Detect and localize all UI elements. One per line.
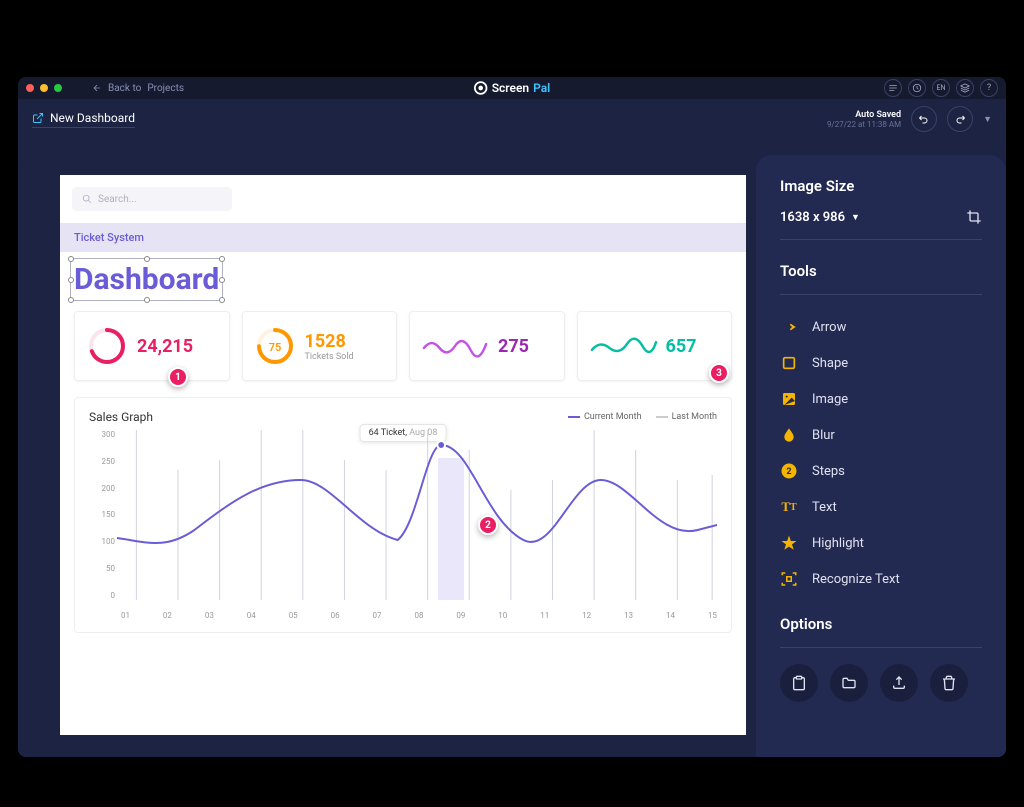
search-input[interactable]: Search... xyxy=(72,187,232,211)
image-icon xyxy=(780,390,798,408)
highlight-icon xyxy=(780,534,798,552)
stat-card-2: 75 1528 Tickets Sold xyxy=(242,311,398,381)
layers-icon[interactable] xyxy=(956,79,974,97)
tool-shape[interactable]: Shape xyxy=(780,345,982,381)
step-marker-1[interactable]: 1 xyxy=(168,367,188,387)
progress-ring-icon: 75 xyxy=(255,326,295,366)
auto-saved-label: Auto Saved xyxy=(827,110,901,120)
steps-icon: 2 xyxy=(780,462,798,480)
traffic-lights xyxy=(26,84,62,92)
stat-card-3: 275 xyxy=(409,311,565,381)
subheader: New Dashboard Auto Saved 9/27/22 at 11:3… xyxy=(18,99,1006,139)
language-button[interactable]: EN xyxy=(932,79,950,97)
undo-button[interactable] xyxy=(911,106,937,132)
sparkline-icon xyxy=(422,334,490,358)
back-label: Back to xyxy=(108,83,141,94)
resize-handle[interactable] xyxy=(68,256,74,262)
chart-legend: Current Month Last Month xyxy=(568,412,717,422)
side-panel: Image Size 1638 x 986 ▼ Tools Arrow Shap… xyxy=(756,155,1006,757)
topbar-actions: EN ? xyxy=(884,79,998,97)
folder-button[interactable] xyxy=(830,664,868,702)
back-arrow-icon xyxy=(92,83,102,93)
redo-button[interactable] xyxy=(947,106,973,132)
crop-icon[interactable] xyxy=(966,209,982,225)
tool-arrow[interactable]: Arrow xyxy=(780,309,982,345)
chevron-down-icon: ▼ xyxy=(851,212,860,223)
breadcrumb[interactable]: Ticket System xyxy=(60,223,746,252)
external-link-icon xyxy=(32,112,44,124)
search-placeholder: Search... xyxy=(98,194,137,205)
tool-recognize-text[interactable]: Recognize Text xyxy=(780,561,982,597)
resize-handle[interactable] xyxy=(144,297,150,303)
sales-title: Sales Graph xyxy=(89,410,153,424)
save-status-area: Auto Saved 9/27/22 at 11:38 AM ▼ xyxy=(827,106,992,132)
sparkline-icon xyxy=(590,334,658,358)
tools-title: Tools xyxy=(780,262,982,280)
tool-image[interactable]: Image xyxy=(780,381,982,417)
card-sublabel: Tickets Sold xyxy=(305,352,354,362)
folder-icon xyxy=(841,675,857,691)
resize-handle[interactable] xyxy=(219,256,225,262)
app-logo-icon xyxy=(474,81,488,95)
maximize-window[interactable] xyxy=(54,84,62,92)
options-title: Options xyxy=(780,615,982,633)
document-title: New Dashboard xyxy=(50,111,135,125)
resize-handle[interactable] xyxy=(68,297,74,303)
resize-handle[interactable] xyxy=(144,256,150,262)
chart-svg xyxy=(117,430,717,600)
tool-highlight[interactable]: Highlight xyxy=(780,525,982,561)
clipboard-button[interactable] xyxy=(780,664,818,702)
resize-handle[interactable] xyxy=(68,277,74,283)
back-target: Projects xyxy=(147,83,184,94)
help-icon[interactable]: ? xyxy=(980,79,998,97)
svg-text:2: 2 xyxy=(786,467,791,477)
tool-text[interactable]: TT Text xyxy=(780,489,982,525)
image-size-title: Image Size xyxy=(780,177,982,195)
titlebar: Back to Projects ScreenPal EN ? xyxy=(18,77,1006,99)
list-icon[interactable] xyxy=(884,79,902,97)
shape-icon xyxy=(780,354,798,372)
search-icon xyxy=(82,194,92,204)
dimensions-dropdown[interactable]: 1638 x 986 ▼ xyxy=(780,210,860,225)
recognize-text-icon xyxy=(780,570,798,588)
sales-graph-panel: Sales Graph Current Month Last Month 64 … xyxy=(74,397,732,633)
trash-icon xyxy=(941,675,957,691)
tool-blur[interactable]: Blur xyxy=(780,417,982,453)
document-title-area[interactable]: New Dashboard xyxy=(32,111,135,128)
share-icon xyxy=(891,675,907,691)
history-dropdown[interactable]: ▼ xyxy=(983,114,992,125)
chart-area: 64 Ticket, Aug 08 300250200150100500 xyxy=(89,430,717,620)
blur-icon xyxy=(780,426,798,444)
card-value: 1528 xyxy=(305,331,354,352)
card-value: 24,215 xyxy=(137,336,193,357)
minimize-window[interactable] xyxy=(40,84,48,92)
page-title-selection[interactable]: Dashboard xyxy=(74,262,219,297)
card-value: 657 xyxy=(666,336,697,357)
step-marker-2[interactable]: 2 xyxy=(478,515,498,535)
progress-ring-icon xyxy=(87,326,127,366)
stat-cards: 24,215 75 1528 Tickets Sold xyxy=(60,301,746,391)
tool-steps[interactable]: 2 Steps xyxy=(780,453,982,489)
history-icon[interactable] xyxy=(908,79,926,97)
share-button[interactable] xyxy=(880,664,918,702)
close-window[interactable] xyxy=(26,84,34,92)
step-marker-3[interactable]: 3 xyxy=(709,363,729,383)
back-button[interactable]: Back to Projects xyxy=(92,83,184,94)
arrow-icon xyxy=(780,318,798,336)
stat-card-1: 24,215 xyxy=(74,311,230,381)
delete-button[interactable] xyxy=(930,664,968,702)
screenshot-content: Search... Ticket System Dashboard xyxy=(60,175,746,735)
card-value: 275 xyxy=(498,336,529,357)
saved-time: 9/27/22 at 11:38 AM xyxy=(827,120,901,129)
app-title: ScreenPal xyxy=(474,81,551,95)
resize-handle[interactable] xyxy=(219,277,225,283)
text-icon: TT xyxy=(780,498,798,516)
svg-text:75: 75 xyxy=(268,341,281,354)
clipboard-icon xyxy=(791,675,807,691)
